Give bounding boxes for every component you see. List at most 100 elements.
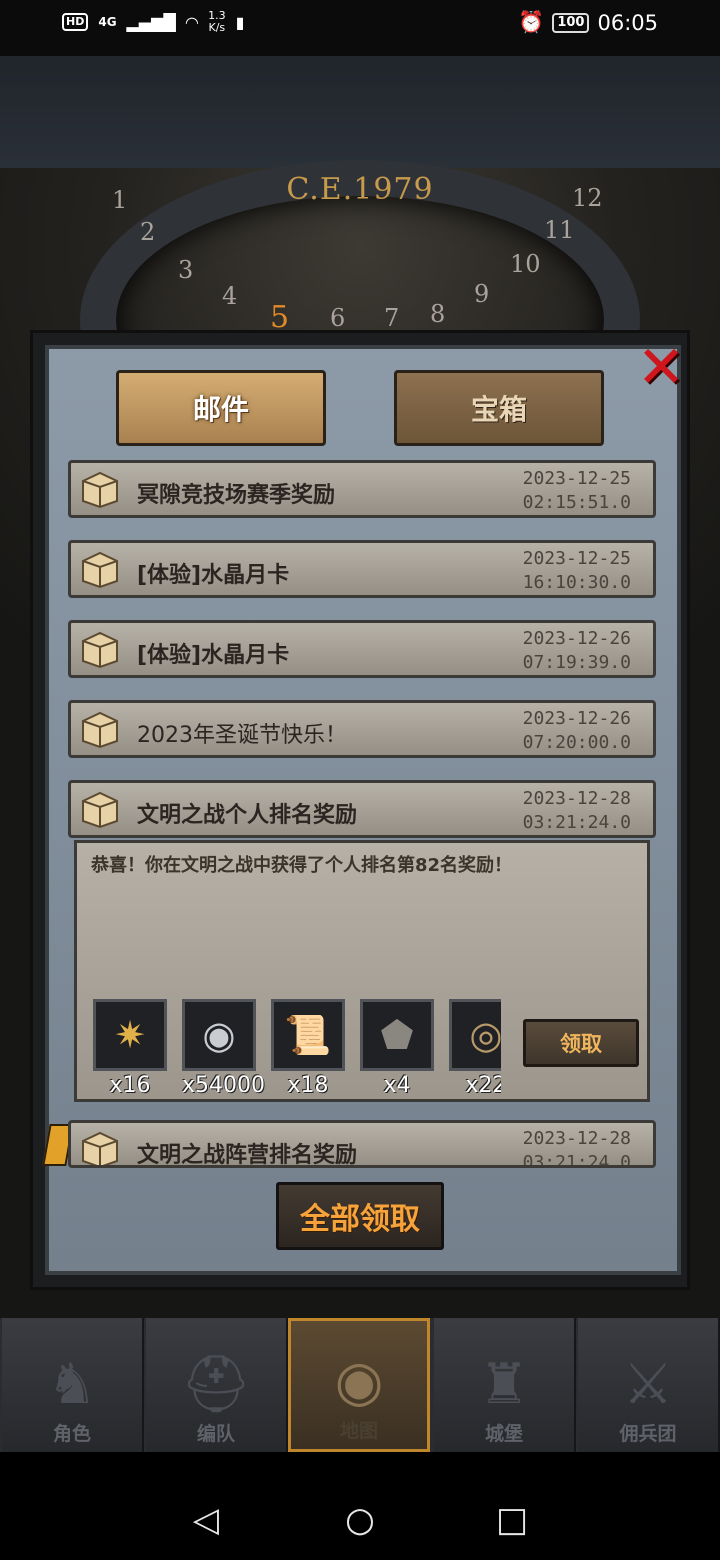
- mail-body: 恭喜！你在文明之战中获得了个人排名第82名奖励！ ✷ x16 ◉ x54000 …: [74, 840, 650, 1102]
- hd-badge: HD: [62, 13, 89, 31]
- reward-item[interactable]: ✷ x16: [93, 999, 167, 1098]
- mail-title: 冥隙竞技场赛季奖励: [137, 483, 336, 508]
- package-box-icon: [82, 471, 118, 509]
- status-bar: HD 4G ▂▄▆█ ◠ 1.3 K/s ▮ ⏰ 100 06:05: [0, 0, 720, 56]
- clock-number-1: 1: [112, 186, 128, 214]
- wood-log-icon: ◎: [449, 999, 501, 1071]
- mail-item[interactable]: 冥隙竞技场赛季奖励 2023-12-25 02:15:51.0: [68, 460, 656, 518]
- clock-number-7: 7: [384, 304, 400, 332]
- mail-datetime: 2023-12-28 03:21:24.0: [523, 787, 631, 835]
- status-right: ⏰ 100 06:05: [518, 10, 658, 35]
- reward-quantity: x54000: [182, 1073, 266, 1098]
- mail-datetime: 2023-12-26 07:19:39.0: [523, 627, 631, 675]
- claim-button[interactable]: 领取: [523, 1019, 639, 1067]
- ore-stone-icon: ⬟: [360, 999, 434, 1071]
- alarm-icon: ⏰: [518, 10, 545, 34]
- nav-label: 佣兵团: [619, 1423, 677, 1445]
- wifi-icon: ◠: [185, 12, 199, 32]
- bottom-nav: ♞ 角色 ⛑ 编队 ◉ 地图 ♜ 城堡 ⚔ 佣兵团: [0, 1318, 720, 1452]
- notification-icon: ▮: [235, 12, 245, 32]
- package-box-icon: [82, 631, 118, 669]
- mail-time: 03:21:24.0: [522, 1152, 631, 1168]
- package-box-icon: [82, 711, 118, 749]
- speed-unit: K/s: [208, 21, 226, 34]
- mail-item-expanded[interactable]: 文明之战个人排名奖励 2023-12-28 03:21:24.0: [68, 780, 656, 838]
- mail-title: [体验]水晶月卡: [137, 563, 290, 588]
- mail-date: 2023-12-26: [522, 708, 631, 729]
- close-x-icon[interactable]: ✕: [632, 338, 690, 396]
- claim-all-button[interactable]: 全部领取: [276, 1182, 444, 1250]
- nav-item-map[interactable]: ◉ 地图: [288, 1318, 430, 1452]
- silver-coin-icon: ◉: [182, 999, 256, 1071]
- clock-number-3: 3: [178, 256, 194, 284]
- clock-number-12: 12: [572, 184, 603, 212]
- tab-mail[interactable]: 邮件: [116, 370, 326, 446]
- mail-date: 2023-12-25: [522, 468, 631, 489]
- nav-item-mercenary[interactable]: ⚔ 佣兵团: [578, 1318, 720, 1452]
- era-year: C.E.1979: [286, 172, 434, 207]
- nav-label: 角色: [52, 1423, 91, 1445]
- nav-item-castle[interactable]: ♜ 城堡: [434, 1318, 576, 1452]
- clock-number-8: 8: [430, 300, 446, 328]
- mail-time: 03:21:24.0: [522, 812, 631, 833]
- reward-quantity: x22: [465, 1073, 501, 1098]
- mail-title: 文明之战个人排名奖励: [137, 803, 358, 828]
- nav-label: 编队: [196, 1423, 235, 1445]
- reward-item[interactable]: ◉ x54000: [182, 999, 266, 1098]
- scroll-icon: 📜: [271, 999, 345, 1071]
- mail-datetime: 2023-12-25 02:15:51.0: [523, 467, 631, 515]
- mail-datetime: 2023-12-25 16:10:30.0: [523, 547, 631, 595]
- clock-time: 06:05: [597, 10, 658, 35]
- mail-body-text: 恭喜！你在文明之战中获得了个人排名第82名奖励！: [91, 855, 513, 876]
- battery-indicator: 100: [552, 12, 590, 33]
- package-box-icon: [82, 551, 118, 589]
- package-box-icon: [82, 1131, 118, 1165]
- mail-date: 2023-12-25: [522, 548, 631, 569]
- clock-number-2: 2: [140, 218, 156, 246]
- top-band: [0, 56, 720, 168]
- mail-date: 2023-12-28: [522, 788, 631, 809]
- clock-number-11: 11: [544, 216, 575, 244]
- globe-map-icon: ◉: [334, 1349, 384, 1414]
- tab-chest[interactable]: 宝箱: [394, 370, 604, 446]
- reward-item[interactable]: ⬟ x4: [360, 999, 434, 1098]
- clock-number-10: 10: [510, 250, 541, 278]
- mail-item[interactable]: 文明之战阵营排名奖励 2023-12-28 03:21:24.0: [68, 1120, 656, 1168]
- status-left: HD 4G ▂▄▆█ ◠ 1.3 K/s ▮: [62, 10, 244, 34]
- mail-date: 2023-12-28: [522, 1128, 631, 1149]
- castle-icon: ♜: [478, 1352, 530, 1417]
- network-speed: 1.3 K/s: [208, 10, 226, 34]
- reward-quantity: x4: [383, 1073, 411, 1098]
- mail-item[interactable]: 2023年圣诞节快乐！ 2023-12-26 07:20:00.0: [68, 700, 656, 758]
- mercenary-icon: ⚔: [622, 1352, 674, 1417]
- reward-item[interactable]: 📜 x18: [271, 999, 345, 1098]
- mail-item[interactable]: [体验]水晶月卡 2023-12-26 07:19:39.0: [68, 620, 656, 678]
- nav-item-role[interactable]: ♞ 角色: [2, 1318, 144, 1452]
- network-label: 4G: [98, 15, 117, 29]
- package-box-icon: [82, 791, 118, 829]
- clock-number-6: 6: [330, 304, 346, 332]
- nav-item-formation[interactable]: ⛑ 编队: [146, 1318, 288, 1452]
- back-triangle-icon[interactable]: ◁: [186, 1500, 226, 1540]
- nav-label: 地图: [339, 1420, 378, 1442]
- helmet-icon: ⛑: [180, 1352, 252, 1417]
- knight-icon: ♞: [46, 1352, 98, 1417]
- mail-time: 02:15:51.0: [522, 492, 631, 513]
- mail-title: 2023年圣诞节快乐！: [137, 723, 347, 748]
- reward-item[interactable]: ◎ x22: [449, 999, 501, 1098]
- mail-item[interactable]: [体验]水晶月卡 2023-12-25 16:10:30.0: [68, 540, 656, 598]
- clock-number-9: 9: [474, 280, 490, 308]
- home-circle-icon[interactable]: ○: [340, 1500, 380, 1540]
- mail-date: 2023-12-26: [522, 628, 631, 649]
- recents-square-icon[interactable]: □: [492, 1500, 532, 1540]
- reward-quantity: x16: [109, 1073, 151, 1098]
- mail-title: [体验]水晶月卡: [137, 643, 290, 668]
- mail-time: 16:10:30.0: [522, 572, 631, 593]
- compass-star-icon: ✷: [93, 999, 167, 1071]
- reward-list[interactable]: ✷ x16 ◉ x54000 📜 x18 ⬟ x4 ◎ x22: [91, 999, 501, 1099]
- reward-quantity: x18: [287, 1073, 329, 1098]
- mail-datetime: 2023-12-28 03:21:24.0: [522, 1127, 631, 1168]
- mail-time: 07:19:39.0: [522, 652, 631, 673]
- nav-label: 城堡: [484, 1423, 523, 1445]
- mail-title: 文明之战阵营排名奖励: [137, 1143, 358, 1168]
